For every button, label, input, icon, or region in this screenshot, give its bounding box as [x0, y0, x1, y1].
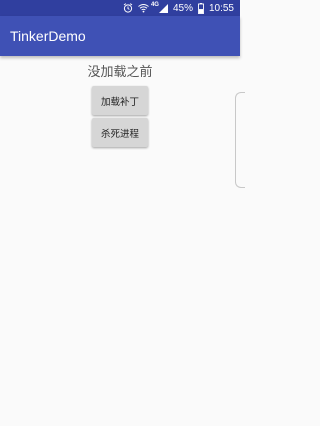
kill-process-button[interactable]: 杀死进程: [92, 118, 148, 147]
battery-percent: 45%: [172, 2, 193, 14]
app-bar: TinkerDemo: [0, 16, 240, 56]
status-text: 没加载之前: [87, 65, 153, 80]
status-time: 10:55: [208, 2, 234, 14]
main-content: 没加载之前 加载补丁 杀死进程: [0, 56, 240, 426]
status-bar: 4G 45% 10:55: [0, 0, 240, 16]
status-icons: 4G 45% 10:55: [123, 0, 234, 16]
edge-panel-handle[interactable]: [235, 92, 245, 188]
signal-icon: 4G: [150, 2, 168, 13]
alarm-icon: [123, 3, 133, 13]
battery-icon: [198, 2, 204, 14]
wifi-icon: [138, 3, 149, 13]
app-title: TinkerDemo: [10, 28, 86, 44]
load-patch-button[interactable]: 加载补丁: [92, 86, 148, 115]
network-type-label: 4G: [150, 2, 159, 8]
